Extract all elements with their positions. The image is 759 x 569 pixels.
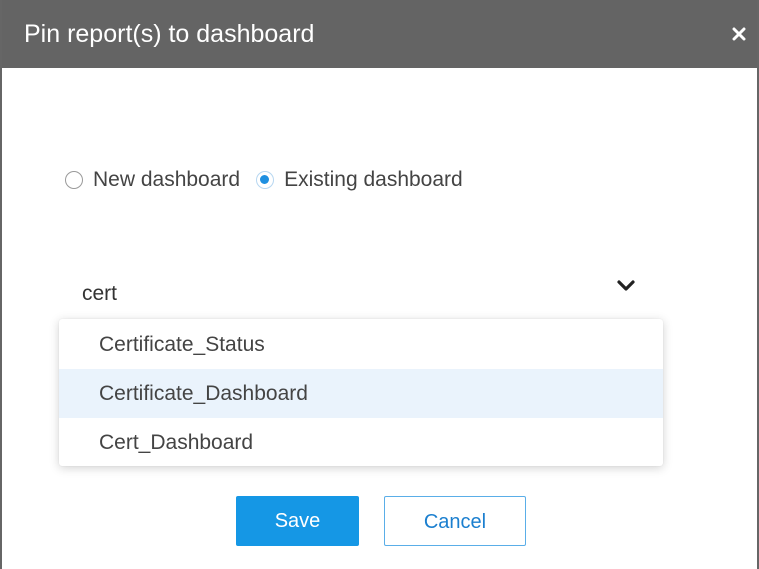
new-dashboard-radio[interactable]: New dashboard — [65, 168, 240, 192]
close-glyph — [732, 27, 746, 41]
existing-dashboard-label: Existing dashboard — [284, 168, 463, 191]
new-dashboard-label: New dashboard — [93, 168, 241, 191]
save-button[interactable]: Save — [236, 496, 359, 546]
dashboard-select-input[interactable]: cert — [60, 270, 664, 316]
cancel-button[interactable]: Cancel — [384, 496, 526, 546]
chevron-down-icon[interactable] — [616, 279, 636, 293]
radio-unchecked-icon[interactable] — [65, 171, 83, 189]
dashboard-dropdown-list: Certificate_Status Certificate_Dashboard… — [59, 319, 663, 466]
close-icon[interactable] — [727, 16, 753, 50]
dropdown-option-cert-dashboard[interactable]: Cert_Dashboard — [59, 418, 663, 467]
existing-dashboard-radio[interactable]: Existing dashboard — [256, 168, 463, 192]
dashboard-select-value[interactable]: cert — [82, 282, 117, 306]
dialog-title: Pin report(s) to dashboard — [24, 20, 315, 48]
radio-checked-icon[interactable] — [256, 171, 275, 189]
pin-to-dashboard-dialog: Pin report(s) to dashboard New dashboard… — [0, 0, 759, 569]
dialog-titlebar: Pin report(s) to dashboard — [2, 0, 757, 68]
dropdown-option-certificate-dashboard[interactable]: Certificate_Dashboard — [59, 369, 663, 418]
dropdown-option-certificate-status[interactable]: Certificate_Status — [59, 320, 663, 369]
dashboard-type-radio-group: New dashboard Existing dashboard — [65, 164, 463, 196]
